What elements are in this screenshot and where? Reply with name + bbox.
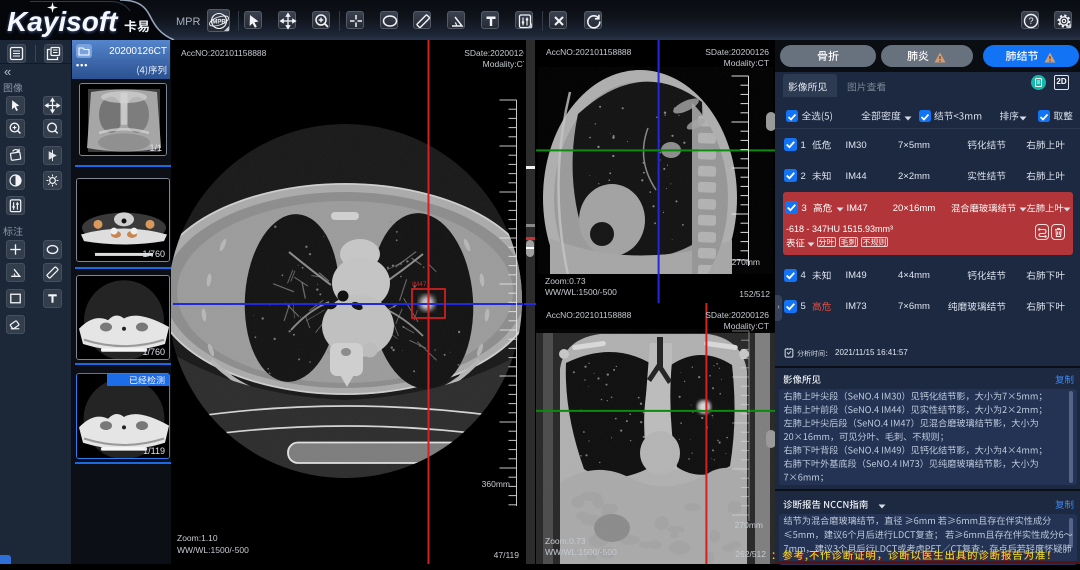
svg-text:?: ? xyxy=(1028,16,1033,26)
svg-text:IM47: IM47 xyxy=(412,281,427,288)
svg-text:MPR: MPR xyxy=(212,20,226,26)
